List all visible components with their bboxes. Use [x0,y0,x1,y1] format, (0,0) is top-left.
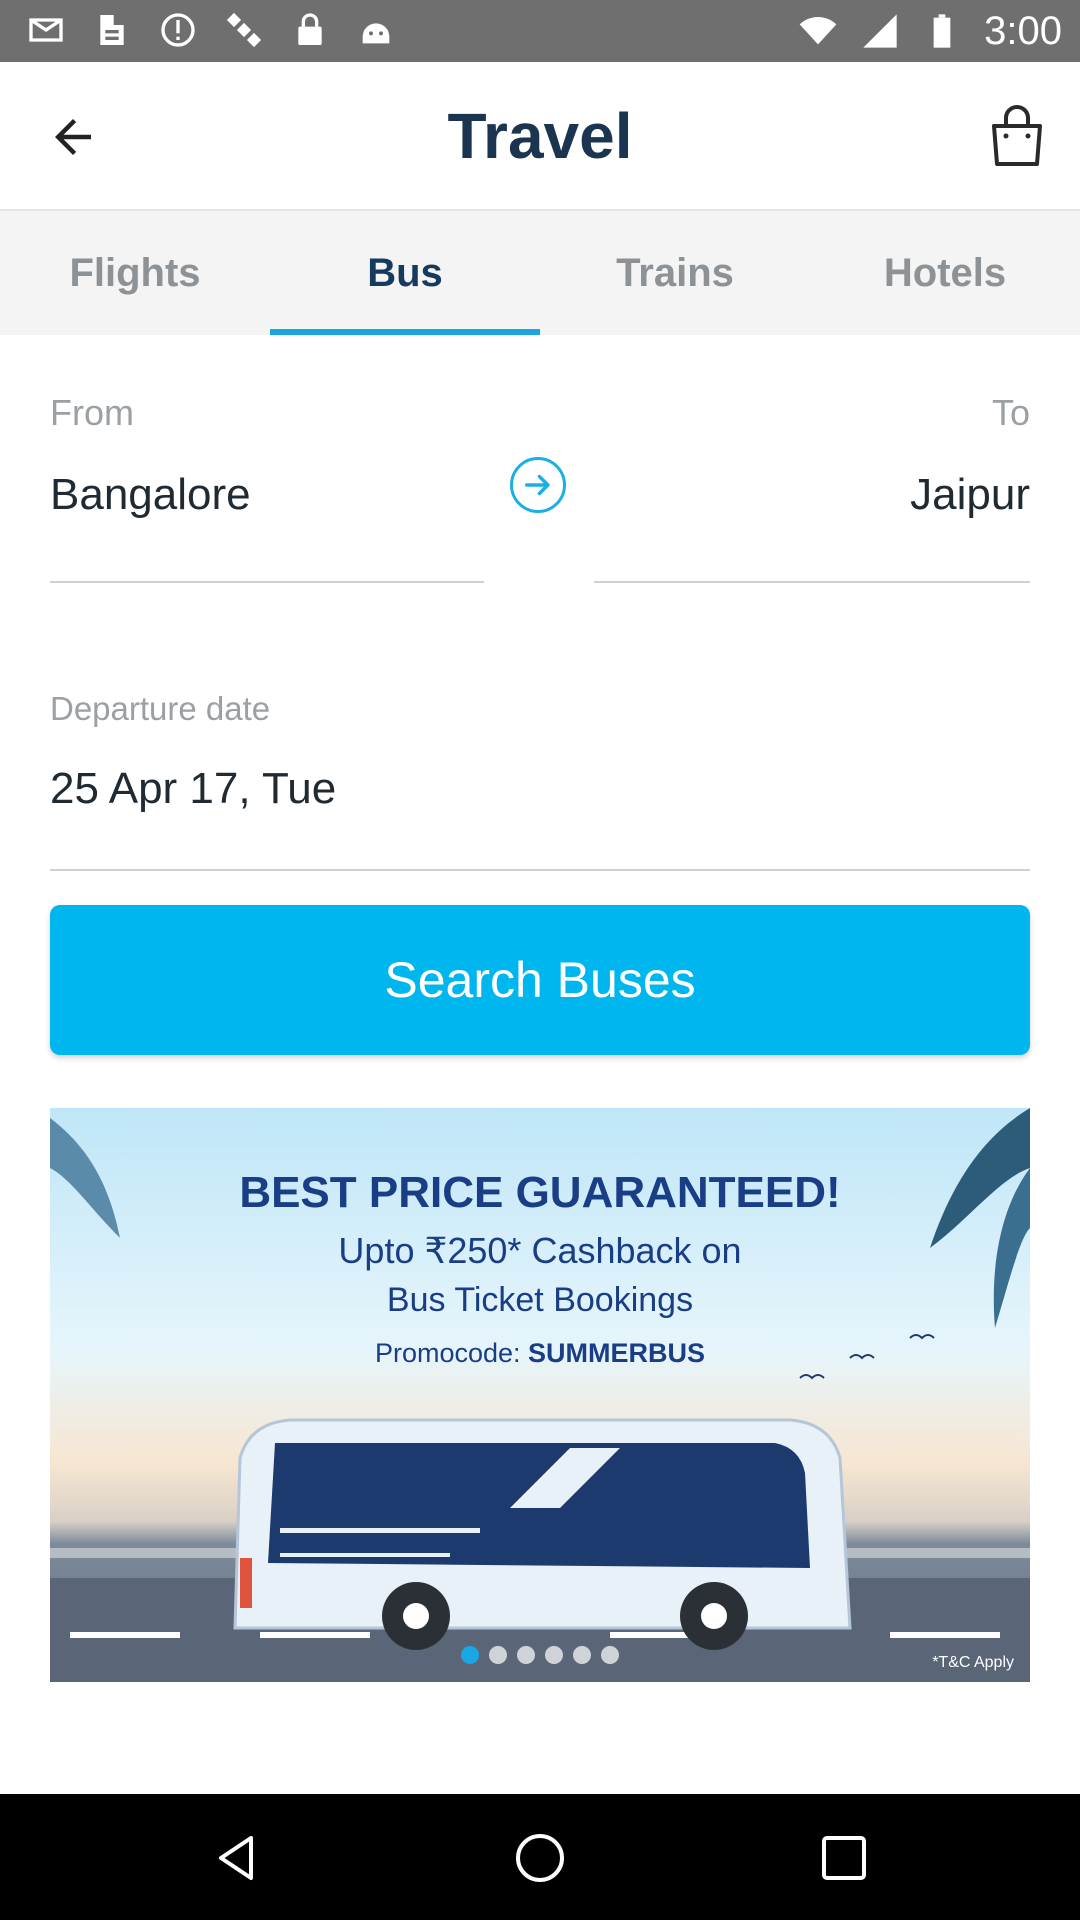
status-left-icons [26,10,396,50]
tab-bar: Flights Bus Trains Hotels [0,211,1080,335]
from-underline [50,581,484,583]
carousel-dots [50,1646,1030,1664]
status-right: 3:00 [798,8,1062,54]
back-triangle-icon[interactable] [207,1828,267,1888]
banner-bookings: Bus Ticket Bookings [386,1281,694,1319]
recents-square-icon[interactable] [814,1828,874,1888]
tab-trains-label: Trains [616,251,734,295]
tab-hotels[interactable]: Hotels [810,211,1080,335]
satellite-icon [226,12,262,48]
swap-cities-button[interactable] [510,457,566,513]
promo-label: Promocode: [374,1338,521,1368]
departure-date-field[interactable]: 25 Apr 17, Tue [50,764,336,814]
carousel-dot[interactable] [517,1646,535,1664]
status-bar: 3:00 [0,0,1080,62]
mail-icon [29,18,63,42]
tab-bus[interactable]: Bus [270,211,540,335]
fax-icon [100,15,124,45]
to-underline [594,581,1030,583]
shopping-bag-icon[interactable] [986,104,1048,168]
system-nav-bar [0,1794,1080,1920]
active-tab-indicator [270,329,540,335]
status-time: 3:00 [984,9,1062,53]
departure-date-label: Departure date [50,690,271,727]
carousel-dot[interactable] [461,1646,479,1664]
from-field[interactable]: Bangalore [50,470,251,520]
carousel-dot[interactable] [545,1646,563,1664]
arrow-right-circle-icon [524,474,550,496]
home-circle-icon[interactable] [510,1828,570,1888]
from-label: From [50,392,134,433]
to-field[interactable]: Jaipur [910,470,1030,520]
carousel-dot[interactable] [601,1646,619,1664]
tab-flights-label: Flights [69,251,201,295]
banner-promo: Promocode: SUMMERBUS [50,1338,1030,1369]
lock-icon [298,13,322,45]
tab-flights[interactable]: Flights [0,211,270,335]
tab-hotels-label: Hotels [883,251,1007,295]
carousel-dot[interactable] [489,1646,507,1664]
page-title: Travel [447,100,633,172]
signal-icon [863,14,897,48]
banner-cashback: Upto ₹250* Cashback on [338,1230,742,1271]
tab-trains[interactable]: Trains [540,211,810,335]
banner-headline: BEST PRICE GUARANTEED! [239,1168,841,1217]
wifi-icon [799,17,837,45]
to-label: To [991,392,1030,433]
carousel-dot[interactable] [573,1646,591,1664]
promo-code: SUMMERBUS [528,1338,706,1368]
alert-circle-icon [161,13,195,47]
promo-banner[interactable]: BEST PRICE GUARANTEED! Upto ₹250* Cashba… [50,1108,1030,1682]
search-buses-button[interactable]: Search Buses [50,905,1030,1055]
android-icon [362,23,390,44]
battery-icon [933,14,951,48]
tab-bus-label: Bus [367,251,443,295]
date-underline [50,869,1030,871]
